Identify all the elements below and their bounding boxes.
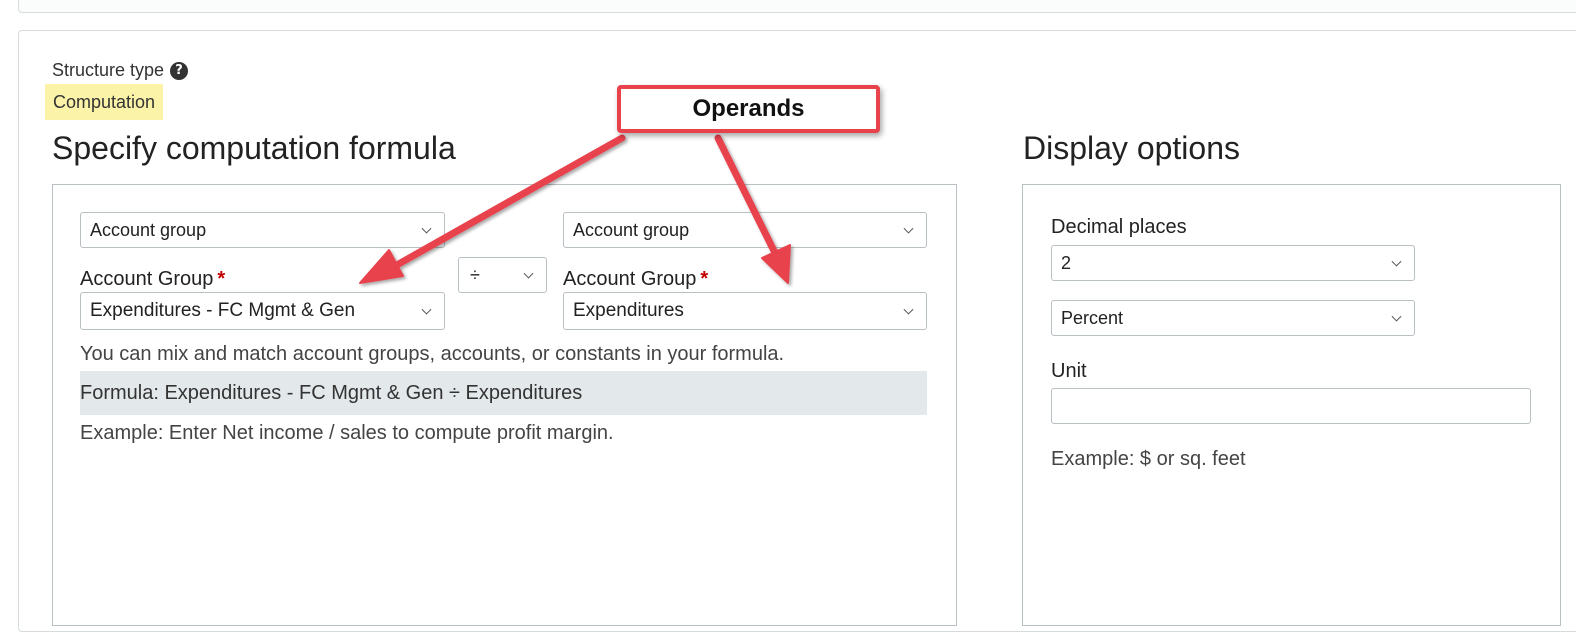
arrow-head-left-operand xyxy=(359,249,404,284)
arrow-head-right-operand xyxy=(761,244,791,284)
operands-callout: Operands xyxy=(617,85,880,133)
arrow-to-right-operand xyxy=(714,134,780,259)
arrow-to-left-operand xyxy=(384,134,626,274)
